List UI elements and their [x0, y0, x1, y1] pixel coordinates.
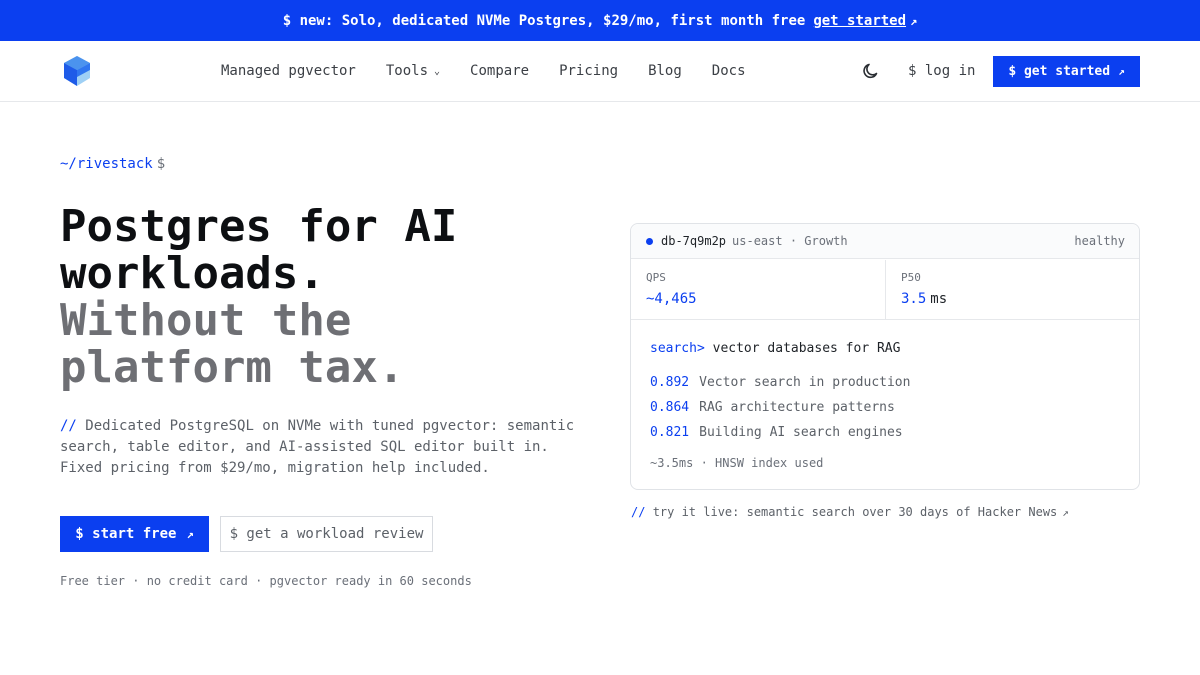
metric-qps: QPS ~4,465 [631, 260, 886, 320]
login-link[interactable]: $ log in [908, 41, 975, 101]
external-arrow-icon: ↗ [910, 13, 918, 28]
hero-title: Postgres for AI workloads. Without the p… [60, 201, 458, 393]
list-item: 0.821 Building AI search engines [650, 425, 903, 440]
nav-compare[interactable]: Compare [470, 63, 529, 79]
list-item: 0.892 Vector search in production [650, 375, 911, 390]
hero-footnote: Free tier · no credit card · pgvector re… [60, 574, 472, 588]
nav-tools[interactable]: Tools ⌄ [386, 63, 440, 79]
banner-get-started-link[interactable]: get started [813, 13, 906, 29]
external-arrow-icon: ↗ [1062, 506, 1069, 519]
external-arrow-icon: ↗ [1118, 65, 1125, 78]
external-arrow-icon: ↗ [186, 527, 194, 541]
status-badge: healthy [1074, 234, 1125, 248]
rivestack-logo-icon[interactable] [60, 54, 94, 88]
top-nav: Managed pgvector Tools ⌄ Compare Pricing … [0, 41, 1200, 102]
db-id: db-7q9m2p [661, 234, 727, 248]
nav-blog[interactable]: Blog [648, 63, 682, 79]
card-footer: ~3.5ms · HNSW index used [650, 456, 824, 470]
banner-text: $ new: Solo, dedicated NVMe Postgres, $2… [282, 12, 806, 29]
start-free-button[interactable]: $ start free ↗ [60, 516, 209, 552]
search-query: search> vector databases for RAG [650, 341, 901, 356]
list-item: 0.864 RAG architecture patterns [650, 400, 895, 415]
terminal-prompt: ~/rivestack $ [60, 156, 166, 172]
db-demo-card: db-7q9m2p us-east · Growth healthy QPS ~… [630, 223, 1140, 490]
metric-p50: P50 3.5 ms [886, 260, 1139, 320]
db-region: us-east · Growth [732, 234, 848, 248]
workload-review-button[interactable]: $ get a workload review [220, 516, 433, 552]
moon-icon[interactable] [861, 61, 881, 81]
chevron-down-icon: ⌄ [434, 65, 441, 77]
nav-links: Managed pgvector Tools ⌄ Compare Pricing … [221, 41, 776, 101]
nav-pricing[interactable]: Pricing [559, 63, 618, 79]
nav-docs[interactable]: Docs [712, 63, 746, 79]
status-dot-icon [646, 237, 653, 245]
hero-description: // Dedicated PostgreSQL on NVMe with tun… [60, 418, 575, 476]
card-header: db-7q9m2p us-east · Growth healthy [631, 224, 1139, 259]
try-live-link[interactable]: // try it live: semantic search over 30 … [631, 505, 1069, 519]
nav-managed-pgvector[interactable]: Managed pgvector [221, 63, 356, 79]
search-results: 0.892 Vector search in production 0.864 RA… [650, 370, 910, 445]
announcement-banner: $ new: Solo, dedicated NVMe Postgres, $2… [0, 0, 1200, 41]
nav-get-started-button[interactable]: $ get started ↗ [993, 56, 1140, 87]
